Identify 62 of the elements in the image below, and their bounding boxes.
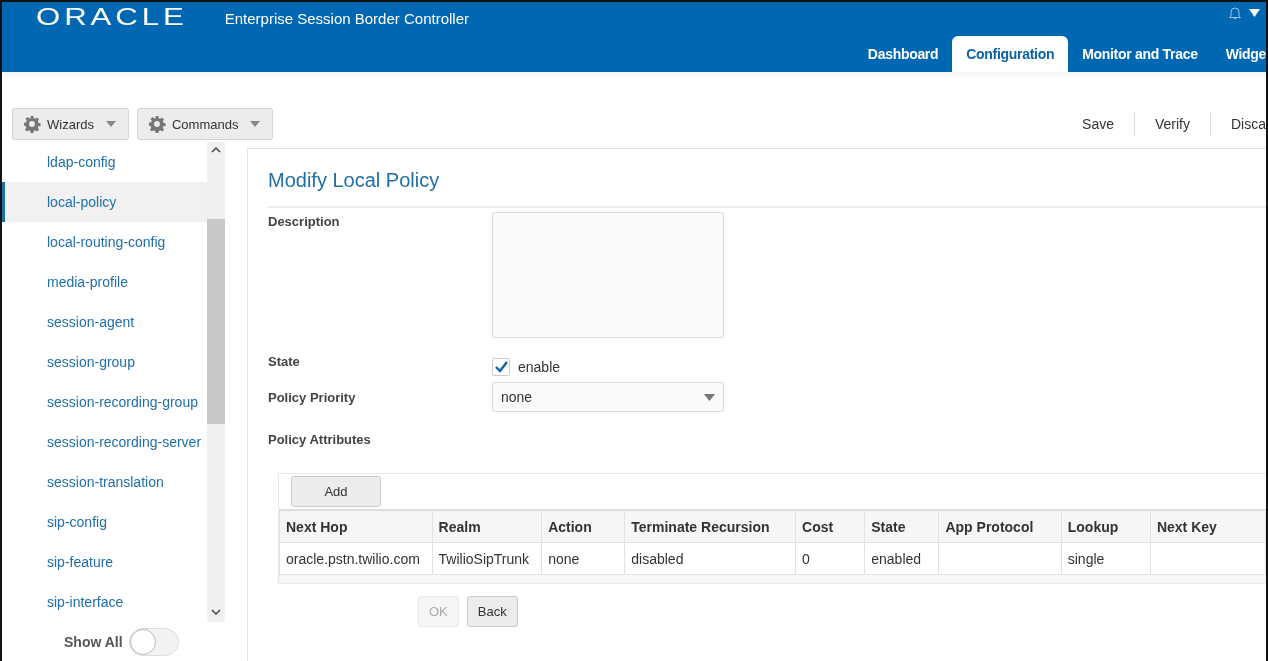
sidebar-item[interactable]: session-recording-server xyxy=(2,422,207,462)
page-title: Modify Local Policy xyxy=(268,169,1266,208)
sidebar-item[interactable]: ldap-config xyxy=(2,142,207,182)
caret-icon xyxy=(105,121,116,127)
column-header: Next Hop xyxy=(279,510,433,543)
table-cell: 0 xyxy=(802,550,810,567)
show-all-toggle[interactable] xyxy=(128,628,179,656)
sidebar-item[interactable]: sip-interface xyxy=(2,582,207,622)
table-cell: none xyxy=(548,550,580,567)
add-button[interactable]: Add xyxy=(291,476,381,507)
nav-tab[interactable]: Dashboard xyxy=(853,36,953,72)
scrollbar[interactable] xyxy=(207,142,225,622)
chevron-down-icon[interactable] xyxy=(211,608,221,616)
sidebar-item[interactable]: session-recording-group xyxy=(2,382,207,422)
caret-icon xyxy=(250,121,261,127)
logo: ORACLE xyxy=(36,4,188,30)
toolbar-link[interactable]: Save xyxy=(1062,112,1134,136)
column-header: App Protocol xyxy=(938,510,1062,543)
toolbar-link[interactable]: Verify xyxy=(1133,112,1210,136)
table-cell: enabled xyxy=(871,550,922,567)
column-header: Realm xyxy=(432,510,542,543)
sidebar-item[interactable]: sip-config xyxy=(2,502,207,542)
table-cell: TwilioSipTrunk xyxy=(438,550,530,567)
form-button[interactable]: Back xyxy=(466,596,518,627)
table-cell: disabled xyxy=(631,550,684,567)
field-label: Description xyxy=(268,213,341,231)
field-label: Policy Attributes xyxy=(268,431,372,447)
table-cell: oracle.pstn.twilio.com xyxy=(286,550,420,567)
checkbox[interactable] xyxy=(492,358,510,376)
checkbox-label: enable xyxy=(518,359,561,375)
field-label: Policy Priority xyxy=(268,389,357,407)
sidebar-item[interactable]: session-group xyxy=(2,342,207,382)
column-header: Action xyxy=(541,510,625,543)
nav-tab[interactable]: Configuration xyxy=(952,36,1069,72)
sidebar-item[interactable]: media-profile xyxy=(2,262,207,302)
column-header: State xyxy=(864,510,939,543)
toolbar-link[interactable]: Disca xyxy=(1210,112,1266,136)
bell-icon[interactable] xyxy=(1229,6,1241,20)
gear-icon xyxy=(147,115,166,133)
caret-icon[interactable] xyxy=(1249,9,1260,17)
nav-tab[interactable]: Monitor and Trace xyxy=(1068,36,1212,72)
sidebar-item[interactable]: local-routing-config xyxy=(2,222,207,262)
menu-button[interactable]: Wizards xyxy=(12,108,129,140)
app-title: Enterprise Session Border Controller xyxy=(224,10,469,27)
column-header: Terminate Recursion xyxy=(624,510,796,543)
menu-button[interactable]: Commands xyxy=(136,108,274,140)
column-header: Next Key xyxy=(1150,510,1266,543)
table-cell: single xyxy=(1067,550,1105,567)
sidebar-item[interactable]: session-translation xyxy=(2,462,207,502)
field-label: State xyxy=(268,353,301,371)
column-header: Lookup xyxy=(1061,510,1151,543)
gear-icon xyxy=(23,115,41,133)
sidebar-item[interactable]: sip-feature xyxy=(2,542,207,582)
column-header: Cost xyxy=(795,510,865,543)
priority-dropdown[interactable]: none xyxy=(492,382,724,412)
chevron-up-icon[interactable] xyxy=(211,146,221,154)
caret-icon xyxy=(704,393,715,401)
nav-tab[interactable]: Widge xyxy=(1211,36,1266,72)
sidebar-item[interactable]: local-policy xyxy=(2,182,207,222)
show-all-label: Show All xyxy=(64,634,123,650)
sidebar-item[interactable]: session-agent xyxy=(2,302,207,342)
description-field[interactable] xyxy=(492,212,724,338)
